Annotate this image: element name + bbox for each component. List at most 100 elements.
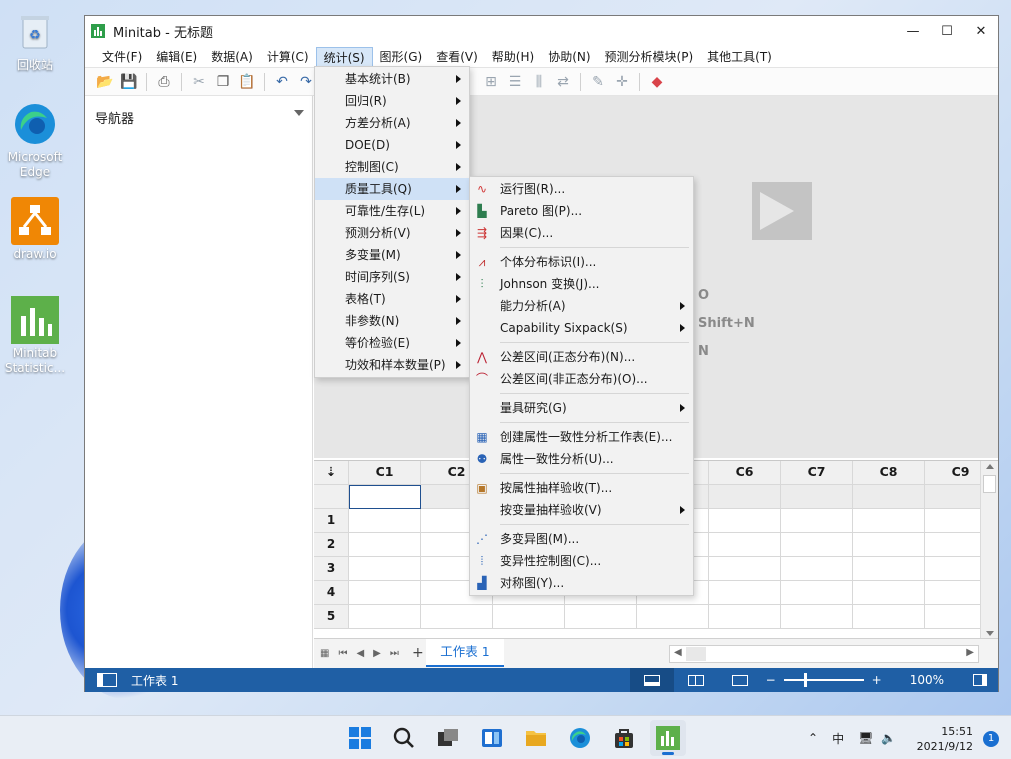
menu-calc[interactable]: 计算(C) <box>260 47 316 67</box>
view-output-icon[interactable] <box>718 668 762 692</box>
column-header[interactable]: C8 <box>853 461 925 485</box>
data-cell[interactable] <box>853 509 925 533</box>
data-cell[interactable] <box>781 605 853 629</box>
menu-graph[interactable]: 图形(G) <box>373 47 430 67</box>
crosshair-icon[interactable]: ✛ <box>612 72 632 92</box>
quality-menu-item[interactable]: ⌒ 公差区间(非正态分布)(O)... <box>470 368 693 390</box>
minitab-taskbar-button[interactable] <box>650 720 686 756</box>
column-header[interactable]: C6 <box>709 461 781 485</box>
start-icon[interactable] <box>348 726 372 750</box>
data-cell[interactable] <box>781 533 853 557</box>
row-header[interactable]: 5 <box>314 605 349 629</box>
column-name-cell[interactable] <box>709 485 781 509</box>
data-cell[interactable] <box>349 557 421 581</box>
quality-menu-item[interactable]: ∿ 运行图(R)... <box>470 178 693 200</box>
print-icon[interactable]: ⎙ <box>154 72 174 92</box>
menu-tools[interactable]: 其他工具(T) <box>700 47 779 67</box>
menu-edit[interactable]: 编辑(E) <box>149 47 204 67</box>
stat-menu-item[interactable]: 回归(R) <box>315 90 469 112</box>
quality-menu-item[interactable]: 能力分析(A) <box>470 295 693 317</box>
volume-icon[interactable]: 🔈 <box>881 731 896 745</box>
menu-help[interactable]: 帮助(H) <box>485 47 541 67</box>
stat-menu-item[interactable]: 可靠性/生存(L) <box>315 200 469 222</box>
search-icon[interactable] <box>392 726 416 750</box>
stat-menu-item[interactable]: DOE(D) <box>315 134 469 156</box>
paste-icon[interactable]: 📋 <box>237 72 257 92</box>
stat-menu-item[interactable]: 基本统计(B) <box>315 68 469 90</box>
data-cell[interactable] <box>853 557 925 581</box>
sheet-nav-icons[interactable]: ▦⏮◀▶⏭ <box>320 648 408 659</box>
edge-taskbar-icon[interactable] <box>568 726 592 750</box>
select-all-corner[interactable]: ⇣ <box>314 461 349 485</box>
file-explorer-icon[interactable] <box>524 726 548 750</box>
store-icon[interactable] <box>612 726 636 750</box>
worksheet-panel-icon[interactable] <box>97 673 117 687</box>
data-cell[interactable] <box>709 557 781 581</box>
redo-icon[interactable]: ↷ <box>296 72 316 92</box>
stat-menu-item[interactable]: 表格(T) <box>315 288 469 310</box>
network-icon[interactable]: 🖥 <box>858 731 873 745</box>
data-cell[interactable] <box>781 557 853 581</box>
data-cell[interactable] <box>709 509 781 533</box>
task-view-icon[interactable] <box>436 726 460 750</box>
row-header[interactable]: 2 <box>314 533 349 557</box>
desktop-icon-edge[interactable]: Microsoft Edge <box>2 100 68 180</box>
view-split-icon[interactable] <box>629 668 674 692</box>
quality-menu-item[interactable]: ⩘ 个体分布标识(I)... <box>470 251 693 273</box>
vertical-scrollbar[interactable] <box>980 461 998 638</box>
tab-worksheet-1[interactable]: 工作表 1 <box>426 639 504 667</box>
column-name-cell[interactable] <box>781 485 853 509</box>
data-cell[interactable] <box>349 581 421 605</box>
menu-stat[interactable]: 统计(S) <box>315 46 373 67</box>
desktop-icon-recycle-bin[interactable]: ♻ 回收站 <box>2 8 68 73</box>
data-cell[interactable] <box>709 533 781 557</box>
undo-icon[interactable]: ↶ <box>272 72 292 92</box>
quality-menu-item[interactable]: ▙ Pareto 图(P)... <box>470 200 693 222</box>
close-button[interactable]: ✕ <box>964 24 998 39</box>
stat-menu-item[interactable]: 质量工具(Q) <box>315 178 469 200</box>
desktop-icon-drawio[interactable]: draw.io <box>2 197 68 262</box>
horizontal-scrollbar[interactable]: ◀ ▶ <box>669 645 979 663</box>
quality-menu-item[interactable]: ⋀ 公差区间(正态分布)(N)... <box>470 346 693 368</box>
widgets-icon[interactable] <box>480 726 504 750</box>
menu-data[interactable]: 数据(A) <box>204 47 260 67</box>
data-cell[interactable] <box>781 509 853 533</box>
cut-icon[interactable]: ✂ <box>189 72 209 92</box>
data-cell[interactable] <box>781 581 853 605</box>
quality-menu-item[interactable]: ⋰ 多变异图(M)... <box>470 528 693 550</box>
column-header[interactable]: C7 <box>781 461 853 485</box>
stat-menu-item[interactable]: 时间序列(S) <box>315 266 469 288</box>
quality-menu-item[interactable]: ⦙ 变异性控制图(C)... <box>470 550 693 572</box>
copy-icon[interactable]: ❐ <box>213 72 233 92</box>
notification-badge[interactable]: 1 <box>983 731 999 747</box>
menu-assist[interactable]: 协助(N) <box>541 47 597 67</box>
clock[interactable]: 15:51 2021/9/12 <box>917 724 973 754</box>
panel-toggle-icon[interactable] <box>962 668 998 692</box>
row-header[interactable]: 3 <box>314 557 349 581</box>
data-cell[interactable] <box>853 605 925 629</box>
data-cell[interactable] <box>349 533 421 557</box>
desktop-icon-minitab[interactable]: Minitab Statistic... <box>2 296 68 376</box>
view-worksheet-icon[interactable] <box>674 668 718 692</box>
eraser-icon[interactable]: ◆ <box>647 72 667 92</box>
row-header[interactable]: 4 <box>314 581 349 605</box>
data-cell[interactable] <box>349 509 421 533</box>
column-header[interactable]: C1 <box>349 461 421 485</box>
stat-menu-item[interactable]: 预测分析(V) <box>315 222 469 244</box>
stat-menu-item[interactable]: 控制图(C) <box>315 156 469 178</box>
data-cell[interactable] <box>709 605 781 629</box>
quality-menu-item[interactable]: ⫶ Johnson 变换(J)... <box>470 273 693 295</box>
quality-menu-item[interactable]: ▣ 按属性抽样验收(T)... <box>470 477 693 499</box>
menu-file[interactable]: 文件(F) <box>95 47 149 67</box>
maximize-button[interactable]: ☐ <box>930 24 964 39</box>
insert-columns-icon[interactable]: ⫼ <box>529 72 549 92</box>
quality-menu-item[interactable]: ▟ 对称图(Y)... <box>470 572 693 594</box>
quality-menu-item[interactable]: ⚉ 属性一致性分析(U)... <box>470 448 693 470</box>
data-cell[interactable] <box>853 581 925 605</box>
ime-indicator[interactable]: 中 <box>832 730 844 747</box>
zoom-out-button[interactable]: − <box>766 673 776 687</box>
move-columns-icon[interactable]: ⇄ <box>553 72 573 92</box>
save-icon[interactable]: 💾 <box>119 72 139 92</box>
minimize-button[interactable]: — <box>896 24 930 39</box>
title-bar[interactable]: Minitab - 无标题 — ☐ ✕ <box>85 16 998 46</box>
